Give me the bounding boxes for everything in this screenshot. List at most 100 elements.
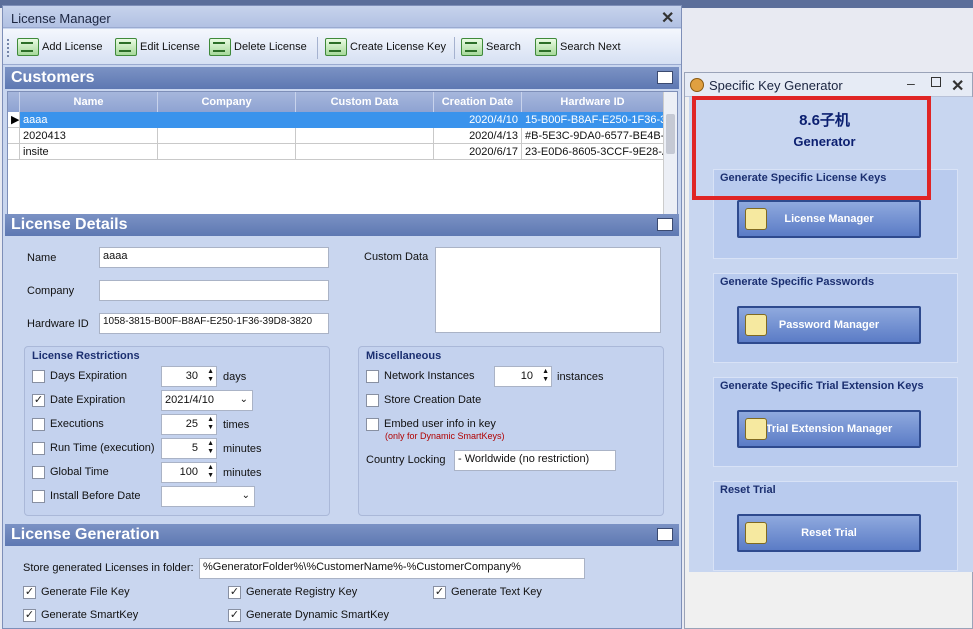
table-row[interactable]: 2020413 2020/4/13 #B-5E3C-9DA0-6577-BE4B… [8,128,664,144]
embed-user-info-note: (only for Dynamic SmartKeys) [385,431,505,441]
spin-arrows-icon[interactable]: ▲ ▼ [207,368,214,384]
table-row[interactable]: ▶ aaaa 2020/4/10 15-B00F-B8AF-E250-1F36-… [8,112,664,128]
chevron-down-icon[interactable]: ⌄ [242,490,250,501]
registry-key-checkbox[interactable]: ✓ [228,586,241,599]
license-manager-label: License Manager [784,213,874,225]
grid-header: Name Company Custom Data Creation Date H… [8,92,664,112]
add-license-button[interactable]: Add License [17,35,103,59]
days-stepper[interactable]: 30 ▲ ▼ [161,366,217,387]
executions-checkbox[interactable] [32,418,45,431]
run-time-value: 5 [191,442,198,454]
customers-grid[interactable]: Name Company Custom Data Creation Date H… [7,91,678,216]
network-instances-stepper[interactable]: 10 ▲ ▼ [494,366,552,387]
grid-scrollbar[interactable] [663,92,677,215]
search-next-label: Search Next [560,41,621,53]
days-expiration-label: Days Expiration [50,370,128,382]
smartkey-checkbox[interactable]: ✓ [23,609,36,622]
column-header[interactable]: Custom Data [296,92,434,112]
cell-name: aaaa [20,112,158,128]
company-field[interactable] [99,280,329,301]
toolbar: Add License Edit License Delete License … [3,29,681,65]
trial-extension-manager-button[interactable]: Trial Extension Manager [737,410,921,448]
reset-trial-button[interactable]: Reset Trial [737,514,921,552]
executions-value: 25 [185,418,198,430]
install-before-checkbox[interactable] [32,490,45,503]
file-key-checkbox[interactable]: ✓ [23,586,36,599]
passwords-title: Generate Specific Passwords [720,276,875,288]
install-before-picker[interactable]: ⌄ [161,486,255,507]
edit-license-icon [115,38,137,56]
title-bar: License Manager ✕ [3,6,681,28]
key-icon [325,38,347,56]
embed-user-info-checkbox[interactable] [366,418,379,431]
customers-header: Customers [5,67,679,89]
executions-stepper[interactable]: 25 ▲ ▼ [161,414,217,435]
date-expiration-label: Date Expiration [50,394,126,406]
delete-license-icon [209,38,231,56]
spin-arrows-icon[interactable]: ▲ ▼ [207,416,214,432]
search-next-button[interactable]: Search Next [535,35,621,59]
search-button[interactable]: Search [461,35,521,59]
spin-arrows-icon[interactable]: ▲ ▼ [542,368,549,384]
maximize-icon[interactable] [931,77,941,87]
license-details-header: License Details [5,214,679,236]
search-next-icon [535,38,557,56]
edit-license-button[interactable]: Edit License [115,35,200,59]
delete-license-label: Delete License [234,41,307,53]
company-label: Company [27,285,75,297]
column-header[interactable]: Hardware ID [522,92,664,112]
network-instances-label: Network Instances [384,370,475,382]
custom-data-textarea[interactable] [435,247,661,333]
run-time-stepper[interactable]: 5 ▲ ▼ [161,438,217,459]
password-manager-button[interactable]: Password Manager [737,306,921,344]
document-icon [657,528,673,541]
run-time-checkbox[interactable] [32,442,45,455]
scroll-thumb[interactable] [666,114,675,154]
days-expiration-checkbox[interactable] [32,370,45,383]
details-icon [657,218,673,231]
password-manager-label: Password Manager [778,319,880,331]
cell-hwid: #B-5E3C-9DA0-6577-BE4B-2A [522,128,664,144]
chevron-down-icon[interactable]: ⌄ [240,394,248,405]
padlock-icon [745,418,767,440]
spin-arrows-icon[interactable]: ▲ ▼ [207,464,214,480]
miscellaneous-title: Miscellaneous [366,350,442,362]
date-expiration-picker[interactable]: 2021/4/10 ⌄ [161,390,253,411]
executions-label: Executions [50,418,104,430]
table-row[interactable]: insite 2020/6/17 23-E0D6-8605-3CCF-9E28-… [8,144,664,160]
dynamic-smartkey-label: Generate Dynamic SmartKey [246,609,390,621]
column-header[interactable]: Creation Date [434,92,522,112]
app-icon [690,78,704,92]
days-value: 30 [185,370,198,382]
text-key-checkbox[interactable]: ✓ [433,586,446,599]
reset-icon [745,522,767,544]
toolbar-grip[interactable] [7,39,10,57]
dynamic-smartkey-checkbox[interactable]: ✓ [228,609,241,622]
country-locking-field[interactable]: - Worldwide (no restriction) [454,450,616,471]
network-instances-checkbox[interactable] [366,370,379,383]
date-expiration-value: 2021/4/10 [165,394,214,406]
minimize-icon[interactable]: – [907,75,915,91]
global-time-stepper[interactable]: 100 ▲ ▼ [161,462,217,483]
column-header[interactable]: Name [20,92,158,112]
hardware-id-field[interactable]: 1058-3815-B00F-B8AF-E250-1F36-39D8-3820 [99,313,329,334]
license-manager-button[interactable]: License Manager [737,200,921,238]
store-creation-date-checkbox[interactable] [366,394,379,407]
global-time-checkbox[interactable] [32,466,45,479]
folder-label: Store generated Licenses in folder: [23,562,194,574]
name-field[interactable]: aaaa [99,247,329,268]
create-license-key-button[interactable]: Create License Key [325,35,446,59]
close-icon[interactable]: ✕ [661,8,674,28]
country-locking-label: Country Locking [366,454,446,466]
id-card-icon [745,208,767,230]
delete-license-button[interactable]: Delete License [209,35,307,59]
close-icon[interactable]: ✕ [951,76,964,96]
install-before-label: Install Before Date [50,490,141,502]
global-time-value: 100 [179,466,198,478]
trial-extension-title: Generate Specific Trial Extension Keys [720,380,924,392]
date-expiration-checkbox[interactable]: ✓ [32,394,45,407]
column-header[interactable]: Company [158,92,296,112]
folder-field[interactable]: %GeneratorFolder%\%CustomerName%-%Custom… [199,558,585,579]
row-indicator [8,144,20,160]
spin-arrows-icon[interactable]: ▲ ▼ [207,440,214,456]
